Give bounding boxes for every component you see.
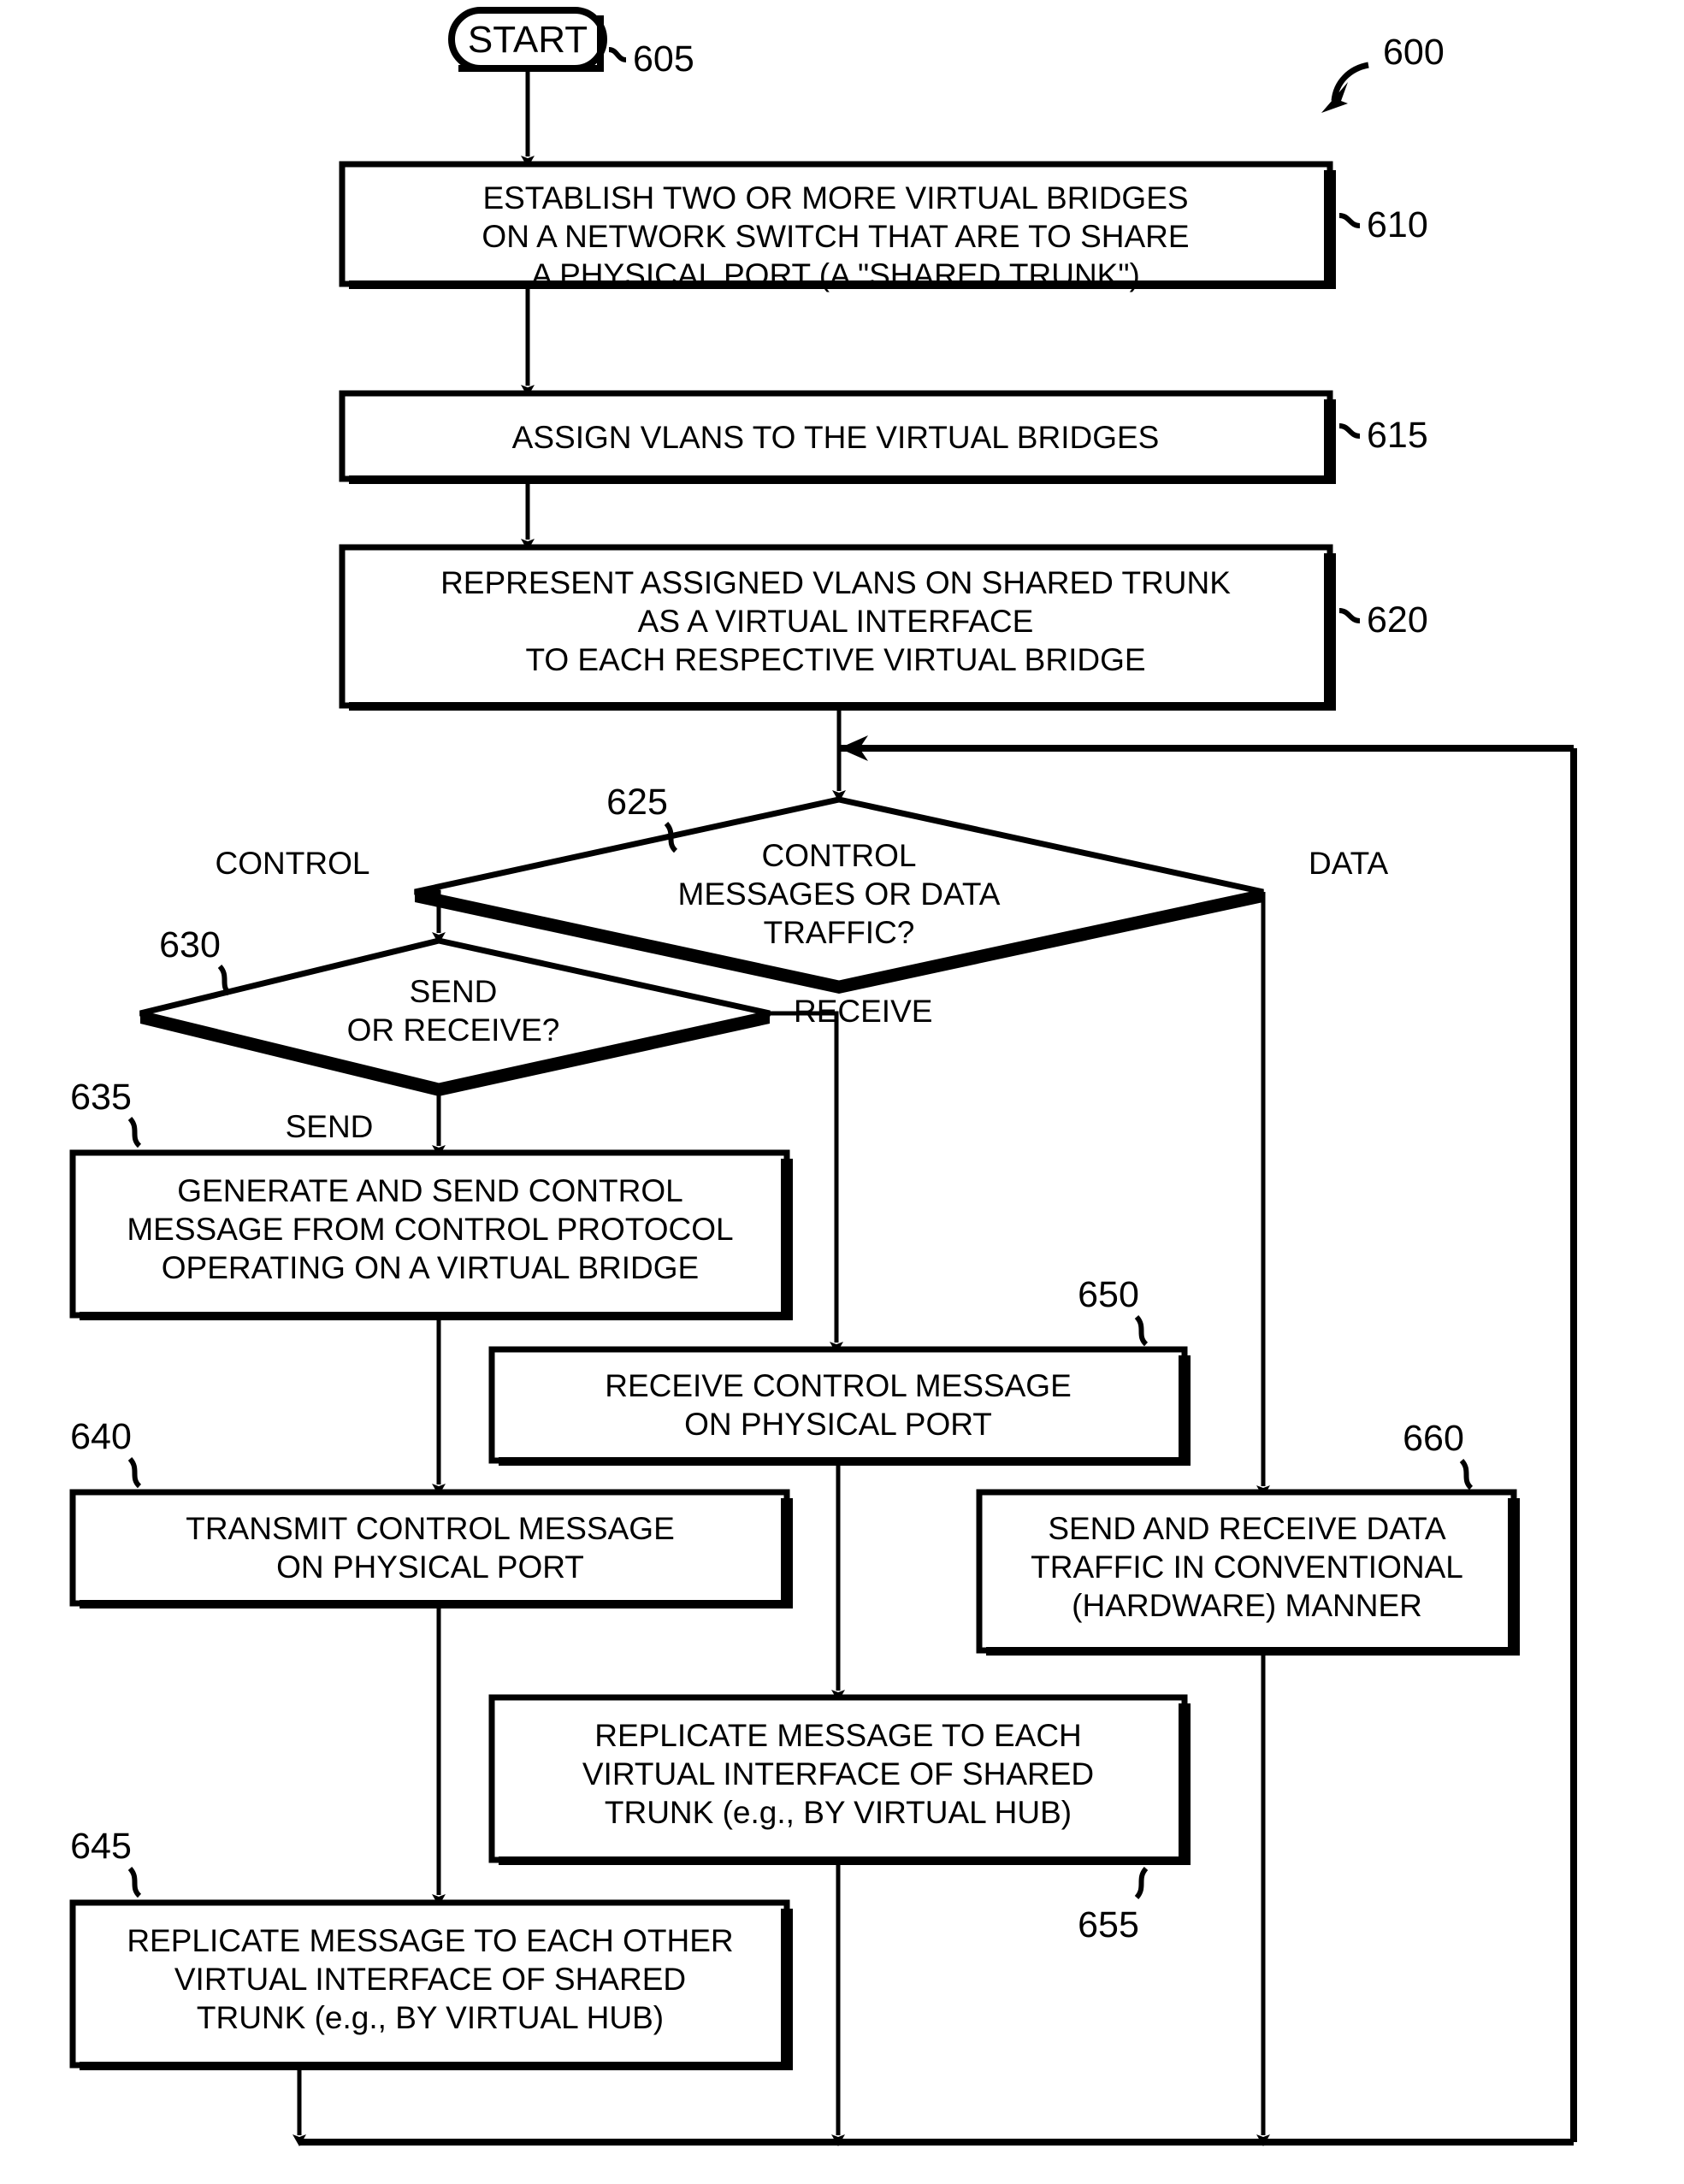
ref-630-label: 630: [159, 924, 221, 965]
box-655-line-3: TRUNK (e.g., BY VIRTUAL HUB): [605, 1795, 1072, 1830]
box-645-line-3: TRUNK (e.g., BY VIRTUAL HUB): [197, 2000, 664, 2035]
start-terminator: START: [448, 7, 607, 72]
diamond-630-line-2: OR RECEIVE?: [347, 1012, 560, 1048]
box-620-line-3: TO EACH RESPECTIVE VIRTUAL BRIDGE: [525, 642, 1145, 677]
box-640-line-1: TRANSMIT CONTROL MESSAGE: [186, 1511, 675, 1546]
box-635-line-2: MESSAGE FROM CONTROL PROTOCOL: [127, 1212, 733, 1247]
box-620-line-1: REPRESENT ASSIGNED VLANS ON SHARED TRUNK: [440, 565, 1231, 600]
ref-655-label: 655: [1078, 1904, 1139, 1945]
diamond-625-line-2: MESSAGES OR DATA: [678, 877, 1001, 912]
process-box-620: REPRESENT ASSIGNED VLANS ON SHARED TRUNK…: [339, 544, 1336, 711]
diamond-625-line-3: TRAFFIC?: [764, 915, 915, 950]
box-635-line-1: GENERATE AND SEND CONTROL: [177, 1173, 682, 1208]
ref-660-label: 660: [1403, 1418, 1464, 1459]
process-box-645: REPLICATE MESSAGE TO EACH OTHER VIRTUAL …: [69, 1899, 793, 2070]
box-610-line-3: A PHYSICAL PORT (A "SHARED TRUNK"): [531, 257, 1140, 292]
box-635-line-3: OPERATING ON A VIRTUAL BRIDGE: [162, 1250, 699, 1285]
diamond-630-line-1: SEND: [410, 974, 498, 1009]
box-640-line-2: ON PHYSICAL PORT: [276, 1549, 584, 1585]
box-610-line-1: ESTABLISH TWO OR MORE VIRTUAL BRIDGES: [482, 180, 1188, 215]
box-650-line-2: ON PHYSICAL PORT: [684, 1407, 992, 1442]
ref-605-label: 605: [633, 38, 694, 80]
box-610-line-2: ON A NETWORK SWITCH THAT ARE TO SHARE: [482, 219, 1189, 254]
branch-label-data: DATA: [1309, 846, 1389, 881]
process-box-615: ASSIGN VLANS TO THE VIRTUAL BRIDGES: [339, 390, 1336, 484]
ref-635-label: 635: [70, 1077, 132, 1118]
ref-625-label: 625: [606, 782, 668, 823]
ref-645-label: 645: [70, 1826, 132, 1867]
start-label: START: [468, 19, 588, 61]
process-box-655: REPLICATE MESSAGE TO EACH VIRTUAL INTERF…: [488, 1694, 1191, 1865]
diamond-625-line-1: CONTROL: [762, 838, 917, 873]
process-box-650: RECEIVE CONTROL MESSAGE ON PHYSICAL PORT: [488, 1346, 1191, 1466]
box-660-line-2: TRAFFIC IN CONVENTIONAL: [1031, 1549, 1463, 1585]
ref-620-label: 620: [1367, 599, 1428, 640]
process-box-660: SEND AND RECEIVE DATA TRAFFIC IN CONVENT…: [976, 1489, 1520, 1656]
box-650-line-1: RECEIVE CONTROL MESSAGE: [605, 1368, 1072, 1403]
ref-650-label: 650: [1078, 1274, 1139, 1315]
box-655-line-1: REPLICATE MESSAGE TO EACH: [594, 1718, 1082, 1753]
patent-flowchart-figure: 600 START 605 ESTABLISH TWO OR MORE VIRT…: [0, 0, 1684, 2184]
box-645-line-1: REPLICATE MESSAGE TO EACH OTHER: [127, 1923, 733, 1958]
process-box-640: TRANSMIT CONTROL MESSAGE ON PHYSICAL POR…: [69, 1489, 793, 1608]
process-box-610: ESTABLISH TWO OR MORE VIRTUAL BRIDGES ON…: [339, 161, 1336, 292]
process-box-635: GENERATE AND SEND CONTROL MESSAGE FROM C…: [69, 1149, 793, 1320]
branch-label-send: SEND: [286, 1109, 374, 1144]
ref-610-label: 610: [1367, 204, 1428, 245]
box-645-line-2: VIRTUAL INTERFACE OF SHARED: [174, 1962, 686, 1997]
box-660-line-1: SEND AND RECEIVE DATA: [1048, 1511, 1446, 1546]
box-655-line-2: VIRTUAL INTERFACE OF SHARED: [582, 1756, 1094, 1791]
box-615-line-1: ASSIGN VLANS TO THE VIRTUAL BRIDGES: [512, 420, 1160, 455]
box-620-line-2: AS A VIRTUAL INTERFACE: [638, 604, 1034, 639]
branch-label-control: CONTROL: [216, 846, 370, 881]
box-660-line-3: (HARDWARE) MANNER: [1072, 1588, 1422, 1623]
figure-number-label: 600: [1383, 32, 1445, 73]
ref-640-label: 640: [70, 1416, 132, 1457]
ref-615-label: 615: [1367, 415, 1428, 456]
